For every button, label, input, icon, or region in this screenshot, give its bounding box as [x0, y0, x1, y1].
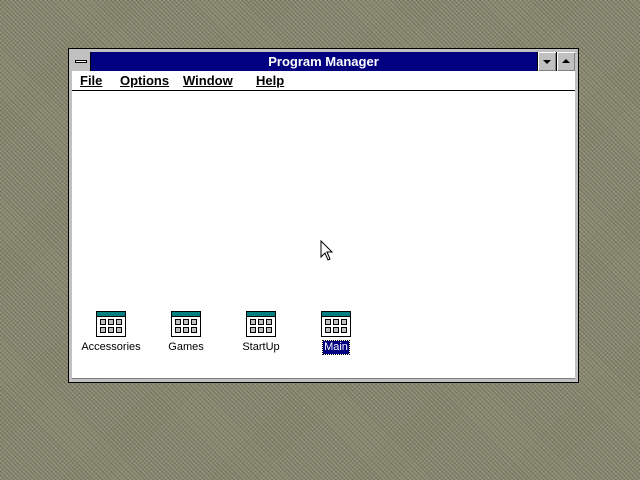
window-title: Program Manager: [268, 54, 379, 69]
menu-bar: File Options Window Help: [72, 71, 575, 91]
group-label[interactable]: Games: [167, 341, 204, 354]
program-group-icon[interactable]: [321, 311, 351, 337]
program-group-icon[interactable]: [171, 311, 201, 337]
minimize-icon: [543, 60, 551, 64]
workspace-area: Accessories Games StartUp Main: [72, 91, 575, 379]
group-accessories[interactable]: Accessories: [79, 311, 143, 355]
group-label-selected[interactable]: Main: [322, 340, 350, 355]
group-startup[interactable]: StartUp: [229, 311, 293, 355]
program-group-icon[interactable]: [96, 311, 126, 337]
group-games[interactable]: Games: [154, 311, 218, 355]
group-label[interactable]: StartUp: [241, 341, 280, 354]
menu-help[interactable]: Help: [256, 71, 284, 90]
maximize-button[interactable]: [556, 52, 575, 71]
program-group-icon[interactable]: [246, 311, 276, 337]
mouse-pointer-icon: [320, 240, 334, 261]
program-manager-window: Program Manager File Options Window Help…: [68, 48, 579, 383]
minimize-button[interactable]: [537, 52, 556, 71]
group-label[interactable]: Accessories: [80, 341, 141, 354]
menu-options[interactable]: Options: [120, 71, 169, 90]
maximize-icon: [562, 59, 570, 63]
group-main[interactable]: Main: [304, 311, 368, 355]
menu-file[interactable]: File: [80, 71, 102, 90]
menu-window[interactable]: Window: [183, 71, 233, 90]
title-bar[interactable]: Program Manager: [72, 52, 575, 72]
